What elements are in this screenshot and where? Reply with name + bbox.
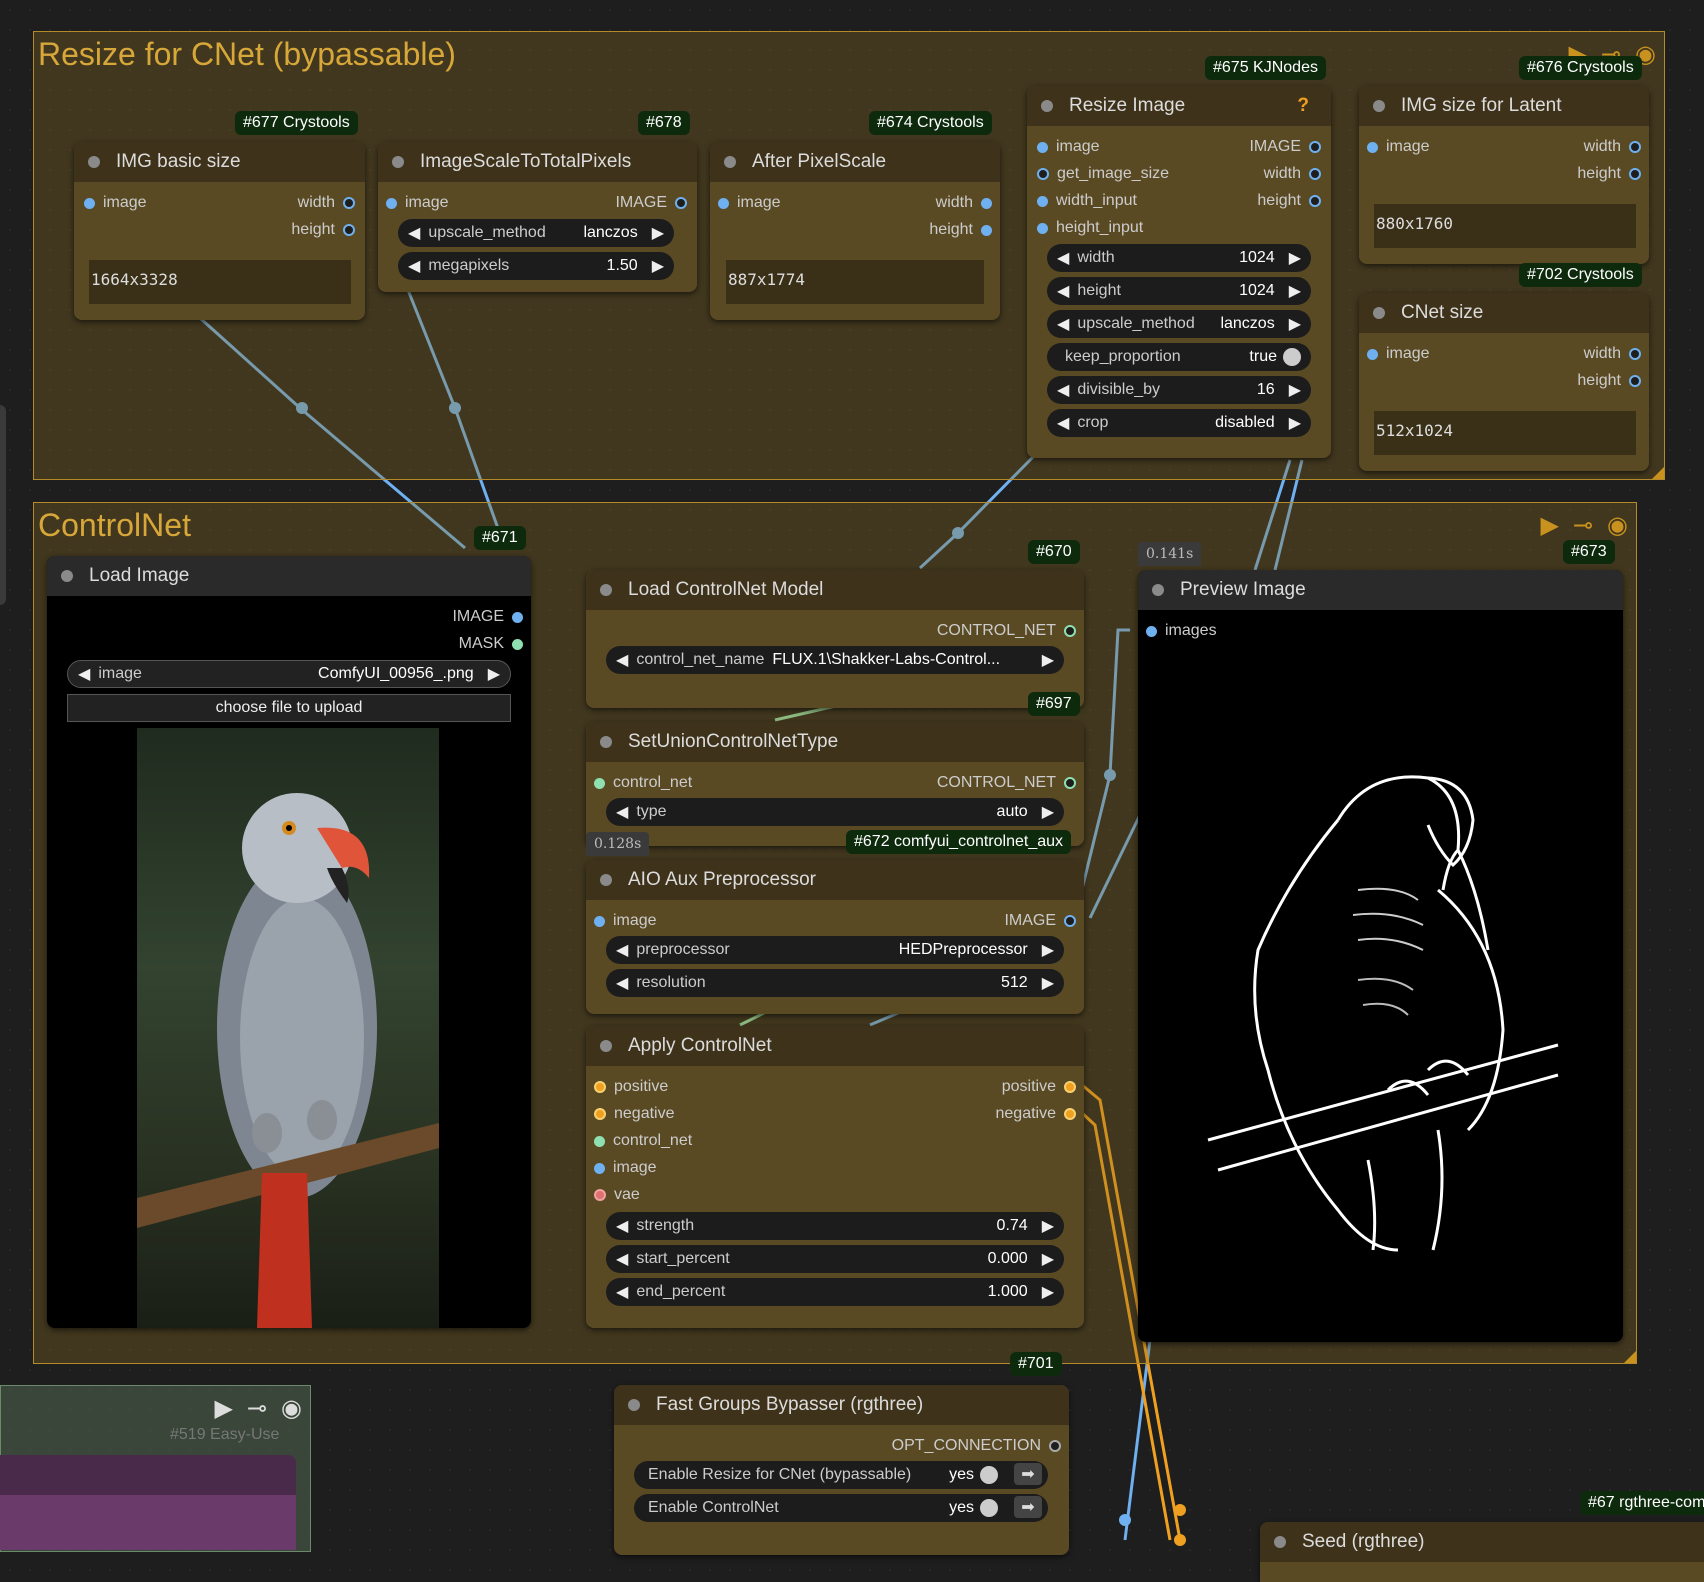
link-ends xyxy=(1174,1504,1186,1546)
